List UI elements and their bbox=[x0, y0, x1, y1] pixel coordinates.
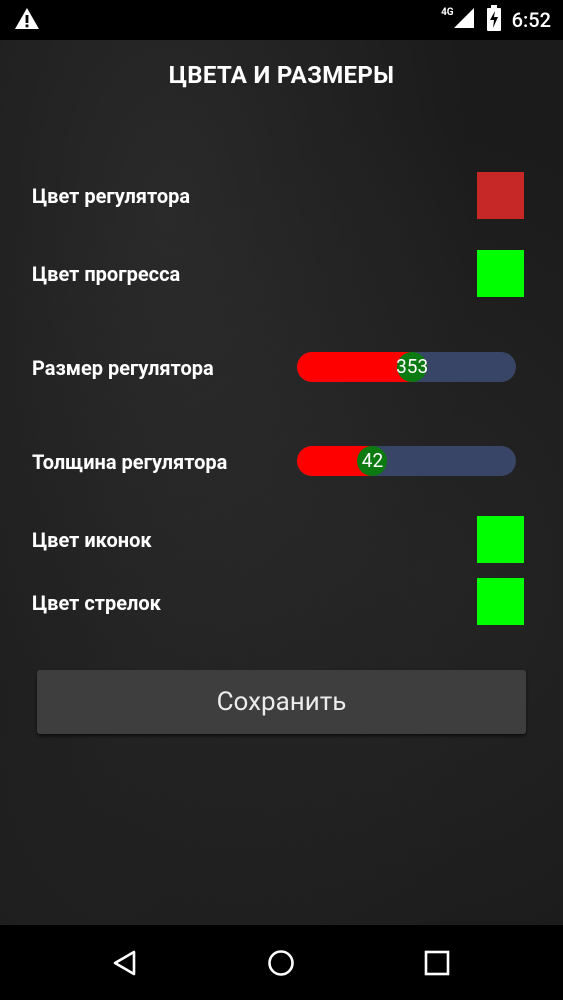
network-type-label: 4G bbox=[441, 6, 454, 18]
slider-value: 42 bbox=[361, 449, 384, 472]
battery-charging-icon bbox=[486, 5, 502, 35]
arrow-color-swatch[interactable] bbox=[477, 578, 524, 625]
icon-color-swatch[interactable] bbox=[477, 516, 524, 563]
regulator-thickness-label: Толщина регулятора bbox=[32, 450, 228, 474]
save-button[interactable]: Сохранить bbox=[37, 670, 526, 734]
navigation-bar bbox=[0, 925, 563, 1000]
regulator-size-label: Размер регулятора bbox=[32, 356, 214, 380]
home-icon[interactable] bbox=[264, 946, 298, 980]
arrow-color-label: Цвет стрелок bbox=[32, 591, 161, 615]
cell-signal-icon bbox=[452, 6, 476, 34]
clock: 6:52 bbox=[511, 8, 551, 32]
back-icon[interactable] bbox=[108, 946, 142, 980]
regulator-color-label: Цвет регулятора bbox=[32, 184, 191, 208]
slider-value: 353 bbox=[396, 355, 429, 378]
recents-icon[interactable] bbox=[420, 946, 454, 980]
regulator-color-swatch[interactable] bbox=[477, 172, 524, 219]
settings-screen: ЦВЕТА И РАЗМЕРЫ Цвет регулятора Цвет про… bbox=[0, 40, 563, 925]
progress-color-label: Цвет прогресса bbox=[32, 262, 181, 286]
regulator-thickness-slider[interactable]: 42 bbox=[297, 446, 516, 476]
page-title: ЦВЕТА И РАЗМЕРЫ bbox=[168, 61, 395, 89]
slider-fill bbox=[297, 352, 413, 382]
icon-color-label: Цвет иконок bbox=[32, 528, 152, 552]
status-bar: 4G 6:52 bbox=[0, 0, 563, 40]
warning-icon bbox=[14, 7, 40, 35]
progress-color-swatch[interactable] bbox=[477, 250, 524, 297]
regulator-size-slider[interactable]: 353 bbox=[297, 352, 516, 382]
